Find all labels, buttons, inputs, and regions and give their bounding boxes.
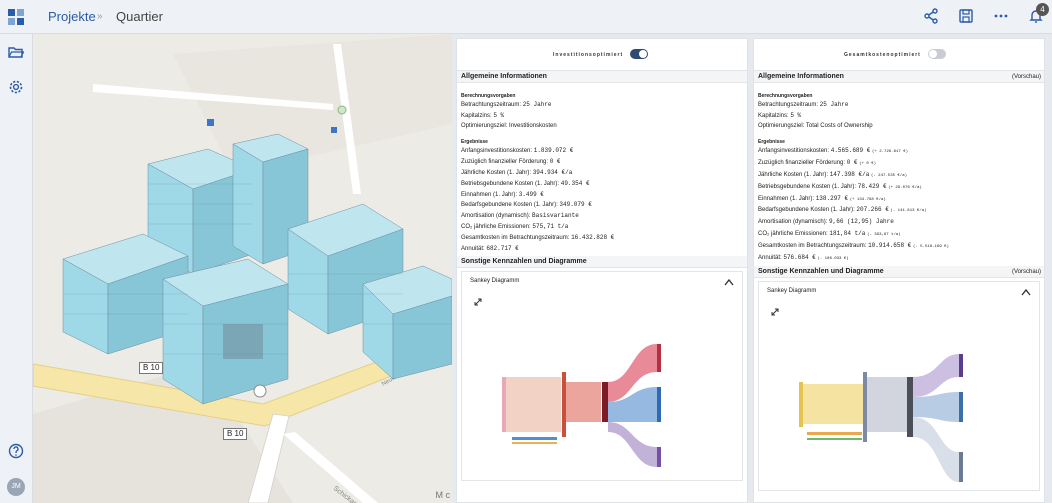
expand-icon[interactable] bbox=[474, 298, 482, 306]
spec-row: Kapitalzins: 5 % bbox=[461, 111, 505, 119]
result-row: Anfangsinvestitionskosten: 1.839.072 € bbox=[461, 147, 574, 155]
scenario-toggle[interactable] bbox=[630, 49, 648, 59]
scenario-toggle[interactable] bbox=[928, 49, 946, 59]
result-row: Gesamtkosten im Betrachtungszeitraum: 16… bbox=[461, 233, 615, 241]
subsection-title: Ergebnisse bbox=[758, 139, 785, 146]
result-row: Amortisation (dynamisch): 9,66 (12,95) J… bbox=[758, 218, 894, 226]
chevron-up-icon[interactable] bbox=[724, 278, 734, 286]
result-row: Bedarfsgebundene Kosten (1. Jahr): 349.0… bbox=[461, 201, 592, 209]
sankey-diagram[interactable] bbox=[482, 342, 732, 472]
panel-header: Investitionsoptimiert bbox=[457, 39, 747, 71]
comparison-panels: Investitionsoptimiert Allgemeine Informa… bbox=[452, 34, 1052, 503]
sidebar: JM bbox=[0, 34, 33, 503]
result-row: Betriebsgebundene Kosten (1. Jahr): 78.4… bbox=[758, 182, 922, 190]
building-cluster[interactable] bbox=[362, 265, 452, 380]
preview-label: (Vorschau) bbox=[1011, 269, 1041, 276]
result-row: Zuzüglich finanzieller Förderung: 0 € bbox=[461, 158, 561, 166]
sankey-title: Sankey Diagramm bbox=[767, 288, 817, 295]
result-row: Einnahmen (1. Jahr): 138.297 € (+ 134.79… bbox=[758, 194, 886, 202]
road-label: B 10 bbox=[223, 428, 248, 440]
folder-open-icon[interactable] bbox=[8, 44, 24, 60]
panel-header: Gesamtkostenoptimiert bbox=[754, 39, 1044, 71]
scenario-panel-investment: Investitionsoptimiert Allgemeine Informa… bbox=[456, 38, 748, 503]
user-avatar[interactable]: JM bbox=[7, 478, 25, 496]
result-row: Amortisation (dynamisch): Basisvariante bbox=[461, 212, 579, 220]
breadcrumb-separator: » bbox=[97, 11, 103, 22]
result-row: CO₂ jährliche Emissionen: 181,84 t/a (- … bbox=[758, 229, 901, 237]
map-attribution: M c bbox=[435, 490, 451, 500]
building-cluster[interactable] bbox=[162, 258, 289, 405]
spec-row: Optimierungsziel: Investitionskosten bbox=[461, 122, 557, 129]
road-label: B 10 bbox=[139, 362, 164, 374]
spec-row: Kapitalzins: 5 % bbox=[758, 111, 802, 119]
toggle-label: Investitionsoptimiert bbox=[553, 52, 624, 58]
map-rotate-control-icon[interactable] bbox=[253, 384, 267, 398]
chevron-up-icon[interactable] bbox=[1021, 288, 1031, 296]
result-row: Betriebsgebundene Kosten (1. Jahr): 49.3… bbox=[461, 179, 590, 187]
section-title: Allgemeine Informationen (Vorschau) bbox=[754, 71, 1044, 83]
result-row: Zuzüglich finanzieller Förderung: 0 € (+… bbox=[758, 159, 877, 167]
spec-row: Optimierungsziel: Total Costs of Ownersh… bbox=[758, 122, 873, 129]
result-row: Jährliche Kosten (1. Jahr): 147.398 €/a … bbox=[758, 170, 907, 178]
subsection-title: Berechnungsvorgaben bbox=[758, 93, 813, 99]
section-title: Allgemeine Informationen bbox=[457, 71, 747, 83]
notification-count-badge: 4 bbox=[1036, 3, 1049, 16]
breadcrumb-projects[interactable]: Projekte bbox=[48, 9, 96, 24]
sankey-diagram[interactable] bbox=[779, 352, 1029, 487]
help-icon[interactable] bbox=[8, 443, 24, 459]
expand-icon[interactable] bbox=[771, 308, 779, 316]
3d-city-map[interactable]: Schickardstraße Neuwieder bbox=[33, 34, 452, 503]
sankey-card: Sankey Diagramm bbox=[461, 271, 743, 482]
spec-row: Betrachtungszeitraum: 25 Jahre bbox=[461, 101, 552, 108]
breadcrumb-current: Quartier bbox=[116, 9, 163, 24]
result-row: Jährliche Kosten (1. Jahr): 394.934 €/a bbox=[461, 168, 573, 176]
result-row: Einnahmen (1. Jahr): 3.499 € bbox=[461, 190, 544, 198]
spec-row: Betrachtungszeitraum: 25 Jahre bbox=[758, 101, 849, 108]
result-row: CO₂ jährliche Emissionen: 575,71 t/a bbox=[461, 222, 569, 230]
more-icon[interactable] bbox=[993, 8, 1009, 24]
scenario-panel-total-cost: Gesamtkostenoptimiert Allgemeine Informa… bbox=[753, 38, 1045, 503]
result-row: Bedarfsgebundene Kosten (1. Jahr): 207.2… bbox=[758, 206, 927, 214]
result-row: Anfangsinvestitionskosten: 4.565.689 € (… bbox=[758, 147, 909, 155]
result-row: Annuität: 576.684 € (- 106.033 €) bbox=[758, 253, 849, 261]
section-title: Sonstige Kennzahlen und Diagramme bbox=[457, 256, 747, 269]
top-bar: Projekte » Quartier 4 bbox=[0, 0, 1052, 34]
save-icon[interactable] bbox=[958, 8, 974, 24]
subsection-title: Ergebnisse bbox=[461, 139, 488, 146]
result-row: Gesamtkosten im Betrachtungszeitraum: 10… bbox=[758, 241, 949, 249]
subsection-title: Berechnungsvorgaben bbox=[461, 93, 516, 99]
sankey-card: Sankey Diagramm bbox=[758, 281, 1040, 492]
preview-label: (Vorschau) bbox=[1011, 74, 1041, 80]
result-row: Annuität: 682.717 € bbox=[461, 244, 519, 252]
share-icon[interactable] bbox=[923, 8, 939, 24]
toggle-label: Gesamtkostenoptimiert bbox=[844, 52, 921, 58]
settings-icon[interactable] bbox=[8, 79, 24, 95]
section-title: Sonstige Kennzahlen und Diagramme (Vorsc… bbox=[754, 266, 1044, 279]
app-logo-icon[interactable] bbox=[8, 9, 25, 26]
sankey-title: Sankey Diagramm bbox=[470, 278, 520, 285]
